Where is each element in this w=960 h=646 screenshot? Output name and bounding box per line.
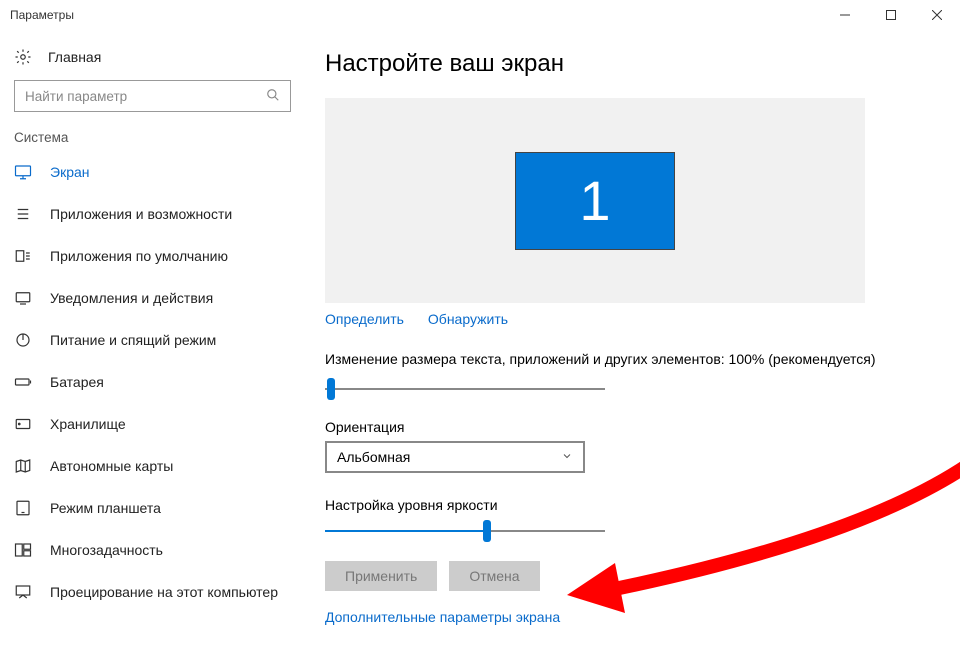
sidebar-item-apps-features[interactable]: Приложения и возможности: [0, 193, 305, 235]
brightness-label: Настройка уровня яркости: [325, 497, 940, 513]
window-title: Параметры: [10, 8, 74, 22]
monitor-icon: [14, 163, 32, 181]
sidebar-section-label: Система: [0, 130, 305, 151]
close-button[interactable]: [914, 0, 960, 30]
sidebar-home[interactable]: Главная: [0, 48, 305, 80]
sidebar-item-label: Батарея: [50, 374, 104, 390]
sidebar-item-multitasking[interactable]: Многозадачность: [0, 529, 305, 571]
project-icon: [14, 583, 32, 601]
defaults-icon: [14, 247, 32, 265]
sidebar-item-default-apps[interactable]: Приложения по умолчанию: [0, 235, 305, 277]
sidebar-item-label: Уведомления и действия: [50, 290, 213, 306]
orientation-value: Альбомная: [337, 449, 410, 465]
orientation-select[interactable]: Альбомная: [325, 441, 585, 473]
sidebar-item-label: Приложения и возможности: [50, 206, 232, 222]
minimize-button[interactable]: [822, 0, 868, 30]
tablet-icon: [14, 499, 32, 517]
sidebar-item-power[interactable]: Питание и спящий режим: [0, 319, 305, 361]
battery-icon: [14, 373, 32, 391]
multitask-icon: [14, 541, 32, 559]
detect-link[interactable]: Обнаружить: [428, 311, 508, 327]
list-icon: [14, 205, 32, 223]
notification-icon: [14, 289, 32, 307]
sidebar-item-label: Приложения по умолчанию: [50, 248, 228, 264]
search-icon: [266, 88, 280, 105]
sidebar-item-label: Многозадачность: [50, 542, 163, 558]
sidebar-item-offline-maps[interactable]: Автономные карты: [0, 445, 305, 487]
display-preview[interactable]: 1: [325, 98, 865, 303]
maximize-button[interactable]: [868, 0, 914, 30]
sidebar-item-label: Хранилище: [50, 416, 126, 432]
scale-label: Изменение размера текста, приложений и д…: [325, 351, 940, 367]
sidebar-item-label: Проецирование на этот компьютер: [50, 584, 278, 600]
storage-icon: [14, 415, 32, 433]
scale-slider[interactable]: [325, 377, 605, 401]
sidebar-item-label: Режим планшета: [50, 500, 161, 516]
power-icon: [14, 331, 32, 349]
sidebar-item-tablet-mode[interactable]: Режим планшета: [0, 487, 305, 529]
map-icon: [14, 457, 32, 475]
sidebar-item-label: Питание и спящий режим: [50, 332, 216, 348]
apply-button[interactable]: Применить: [325, 561, 437, 591]
monitor-number: 1: [579, 168, 610, 233]
brightness-slider[interactable]: [325, 519, 605, 543]
sidebar-item-display[interactable]: Экран: [0, 151, 305, 193]
monitor-1[interactable]: 1: [515, 152, 675, 250]
gear-icon: [14, 48, 32, 66]
advanced-display-link[interactable]: Дополнительные параметры экрана: [325, 609, 940, 625]
sidebar-item-projecting[interactable]: Проецирование на этот компьютер: [0, 571, 305, 613]
sidebar-item-battery[interactable]: Батарея: [0, 361, 305, 403]
identify-link[interactable]: Определить: [325, 311, 404, 327]
search-input[interactable]: Найти параметр: [14, 80, 291, 112]
sidebar-item-label: Экран: [50, 164, 90, 180]
cancel-button[interactable]: Отмена: [449, 561, 539, 591]
orientation-label: Ориентация: [325, 419, 940, 435]
sidebar-home-label: Главная: [48, 49, 101, 65]
chevron-down-icon: [561, 449, 573, 465]
sidebar-item-label: Автономные карты: [50, 458, 173, 474]
search-placeholder: Найти параметр: [25, 89, 266, 104]
page-title: Настройте ваш экран: [325, 50, 940, 78]
sidebar-item-notifications[interactable]: Уведомления и действия: [0, 277, 305, 319]
sidebar-item-storage[interactable]: Хранилище: [0, 403, 305, 445]
